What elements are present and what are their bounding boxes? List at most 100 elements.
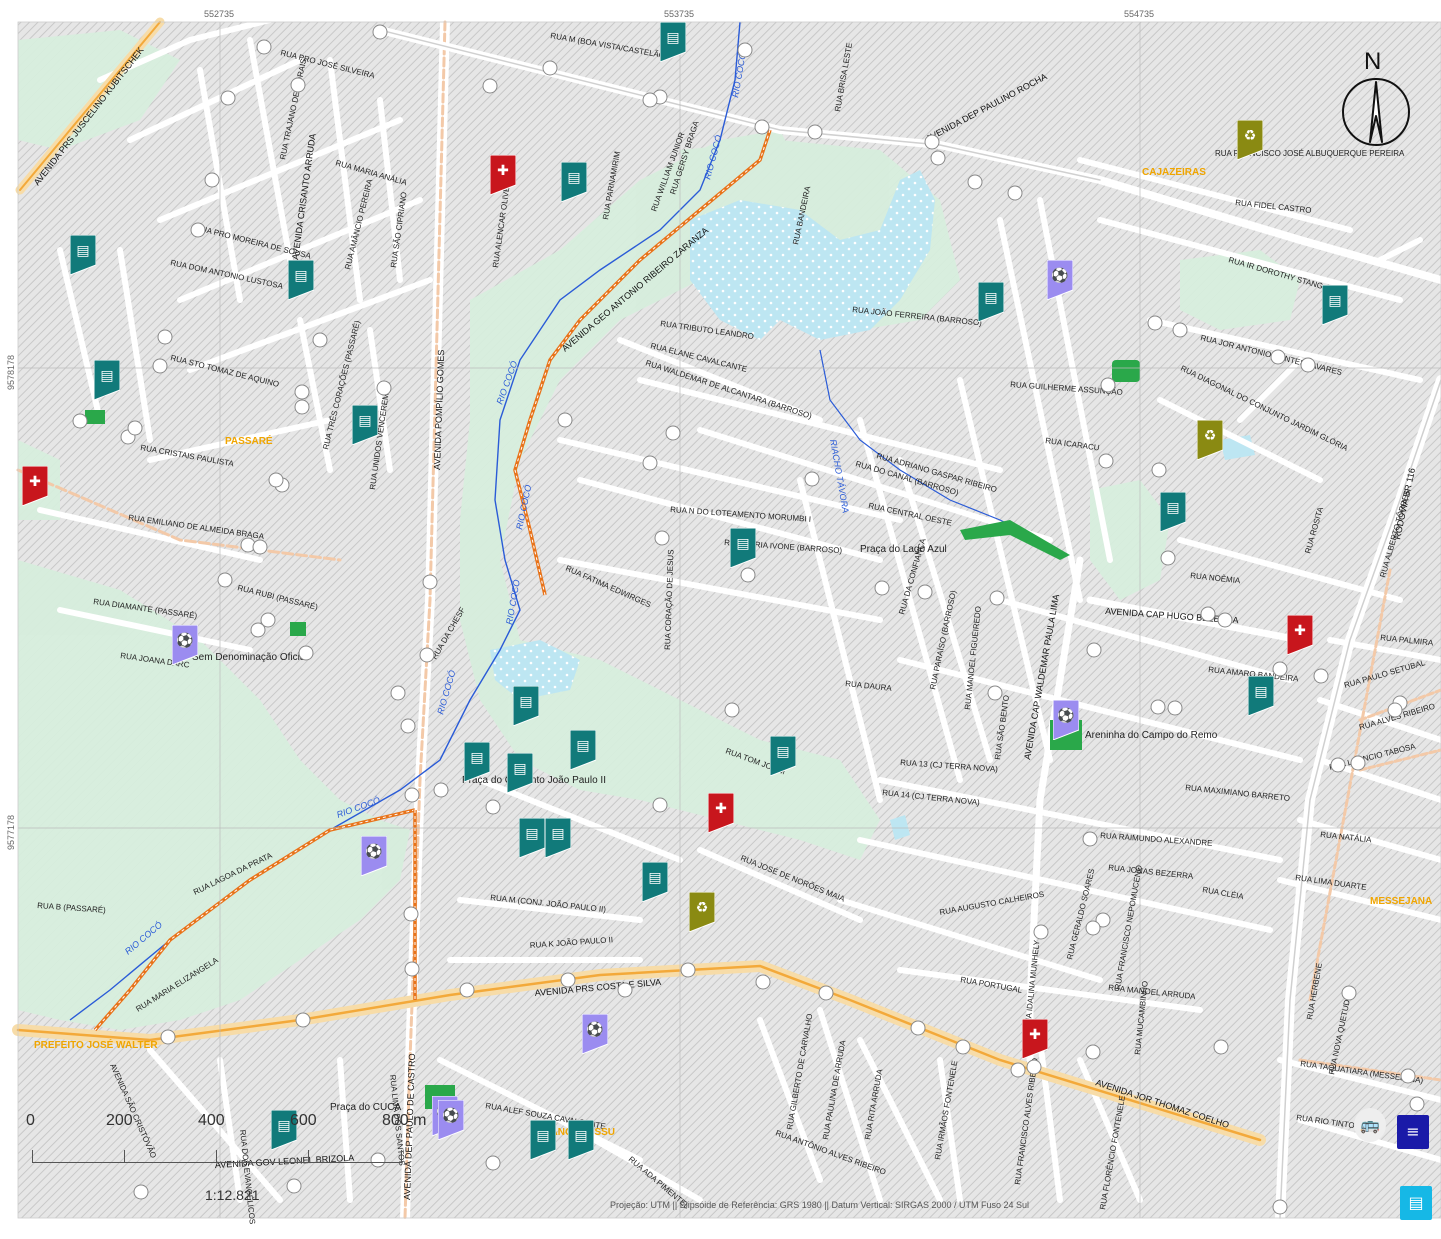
library-marker[interactable]: ▤ <box>506 752 534 794</box>
svg-text:♻: ♻ <box>1204 428 1217 444</box>
svg-text:▤: ▤ <box>776 744 789 760</box>
neighborhood-label: MESSEJANA <box>1370 896 1432 907</box>
library-marker[interactable]: ▤ <box>977 281 1005 323</box>
neighborhood-label: PREFEITO JOSÉ WALTER <box>34 1038 158 1051</box>
library-icon: ▤ <box>69 234 97 276</box>
bus-stop-icon[interactable]: 🚌 <box>1354 1108 1386 1142</box>
svg-text:✚: ✚ <box>1294 623 1306 639</box>
library-icon: ▤ <box>729 527 757 569</box>
svg-text:▤: ▤ <box>358 413 371 429</box>
svg-text:▤: ▤ <box>736 536 749 552</box>
health-icon: ✚ <box>489 154 517 196</box>
sport-marker[interactable]: ⚽ <box>581 1013 609 1055</box>
library-marker[interactable]: ▤ <box>351 404 379 446</box>
svg-text:▤: ▤ <box>576 738 589 754</box>
sport-marker[interactable]: ⚽ <box>1046 259 1074 301</box>
svg-text:▤: ▤ <box>536 1128 549 1144</box>
wifi-icon[interactable]: ≡ <box>1397 1115 1429 1149</box>
health-marker[interactable]: ✚ <box>489 154 517 196</box>
scale-label-0: 0 <box>26 1112 35 1129</box>
health-icon: ✚ <box>21 465 49 507</box>
place-label: Areninha do Campo do Remo <box>1085 730 1218 741</box>
svg-text:▤: ▤ <box>574 1128 587 1144</box>
health-icon: ✚ <box>1021 1018 1049 1060</box>
svg-text:▤: ▤ <box>513 761 526 777</box>
svg-text:▤: ▤ <box>470 750 483 766</box>
library-icon: ▤ <box>641 861 669 903</box>
library-marker[interactable]: ▤ <box>69 234 97 276</box>
svg-text:▤: ▤ <box>525 826 538 842</box>
health-icon: ✚ <box>1286 614 1314 656</box>
waste-marker[interactable]: ♻ <box>1196 419 1224 461</box>
waste-marker[interactable]: ♻ <box>688 891 716 933</box>
library-marker[interactable]: ▤ <box>567 1119 595 1161</box>
scale-label-800: 800 m <box>382 1112 427 1129</box>
library-marker[interactable]: ▤ <box>463 741 491 783</box>
svg-text:✚: ✚ <box>29 474 41 490</box>
y-coord-2: 9577178 <box>6 815 16 850</box>
svg-text:▤: ▤ <box>648 870 661 886</box>
library-marker[interactable]: ▤ <box>560 161 588 203</box>
library-icon: ▤ <box>544 817 572 859</box>
svg-text:▤: ▤ <box>984 290 997 306</box>
svg-text:⚽: ⚽ <box>1056 707 1074 724</box>
library-icon-light[interactable]: ▤ <box>1400 1186 1432 1220</box>
health-marker[interactable]: ✚ <box>1286 614 1314 656</box>
place-label: Sem Denominação Oficial <box>192 652 308 663</box>
sport-icon: ⚽ <box>581 1013 609 1055</box>
waste-icon: ♻ <box>1236 119 1264 161</box>
library-marker[interactable]: ▤ <box>512 685 540 727</box>
library-icon: ▤ <box>977 281 1005 323</box>
svg-text:▤: ▤ <box>100 368 113 384</box>
sport-marker[interactable]: ⚽ <box>360 835 388 877</box>
sport-marker[interactable]: ⚽ <box>1052 699 1080 741</box>
library-icon: ▤ <box>1247 675 1275 717</box>
library-marker[interactable]: ▤ <box>769 735 797 777</box>
waste-marker[interactable]: ♻ <box>1236 119 1264 161</box>
library-marker[interactable]: ▤ <box>1321 284 1349 326</box>
svg-text:▤: ▤ <box>519 694 532 710</box>
svg-text:⚽: ⚽ <box>1050 267 1068 284</box>
library-marker[interactable]: ▤ <box>518 817 546 859</box>
scale-line <box>32 1150 402 1163</box>
library-marker[interactable]: ▤ <box>529 1119 557 1161</box>
x-coord-2: 553735 <box>664 9 694 19</box>
svg-text:▤: ▤ <box>1254 684 1267 700</box>
library-marker[interactable]: ▤ <box>729 527 757 569</box>
map-canvas[interactable]: 552735 553735 554735 9578178 9577178 AVE… <box>0 0 1441 1239</box>
library-marker[interactable]: ▤ <box>544 817 572 859</box>
svg-text:▤: ▤ <box>1166 500 1179 516</box>
library-marker[interactable]: ▤ <box>93 359 121 401</box>
svg-text:▤: ▤ <box>666 30 679 46</box>
library-marker[interactable]: ▤ <box>287 259 315 301</box>
library-marker[interactable]: ▤ <box>569 729 597 771</box>
library-marker[interactable]: ▤ <box>1247 675 1275 717</box>
scale-bar: 0 200 400 600 800 m <box>24 1112 444 1172</box>
library-marker[interactable]: ▤ <box>641 861 669 903</box>
health-marker[interactable]: ✚ <box>21 465 49 507</box>
sport-marker[interactable]: ⚽ <box>171 624 199 666</box>
y-coord-1: 9578178 <box>6 355 16 390</box>
svg-text:▤: ▤ <box>294 268 307 284</box>
health-marker[interactable]: ✚ <box>707 792 735 834</box>
scale-ratio: 1:12.821 <box>205 1187 260 1203</box>
library-icon: ▤ <box>351 404 379 446</box>
svg-text:▤: ▤ <box>1328 293 1341 309</box>
svg-text:✚: ✚ <box>715 801 727 817</box>
library-icon: ▤ <box>1321 284 1349 326</box>
svg-text:✚: ✚ <box>1029 1027 1041 1043</box>
sport-icon: ⚽ <box>1046 259 1074 301</box>
sport-icon: ⚽ <box>360 835 388 877</box>
svg-text:▤: ▤ <box>567 170 580 186</box>
library-icon: ▤ <box>463 741 491 783</box>
health-marker[interactable]: ✚ <box>1021 1018 1049 1060</box>
svg-text:▤: ▤ <box>76 243 89 259</box>
library-icon: ▤ <box>769 735 797 777</box>
library-marker[interactable]: ▤ <box>1159 491 1187 533</box>
library-marker[interactable]: ▤ <box>659 21 687 63</box>
library-icon: ▤ <box>560 161 588 203</box>
waste-icon: ♻ <box>688 891 716 933</box>
neighborhood-label: PASSARÉ <box>225 434 273 447</box>
north-label: N <box>1364 48 1382 75</box>
svg-text:✚: ✚ <box>497 163 509 179</box>
